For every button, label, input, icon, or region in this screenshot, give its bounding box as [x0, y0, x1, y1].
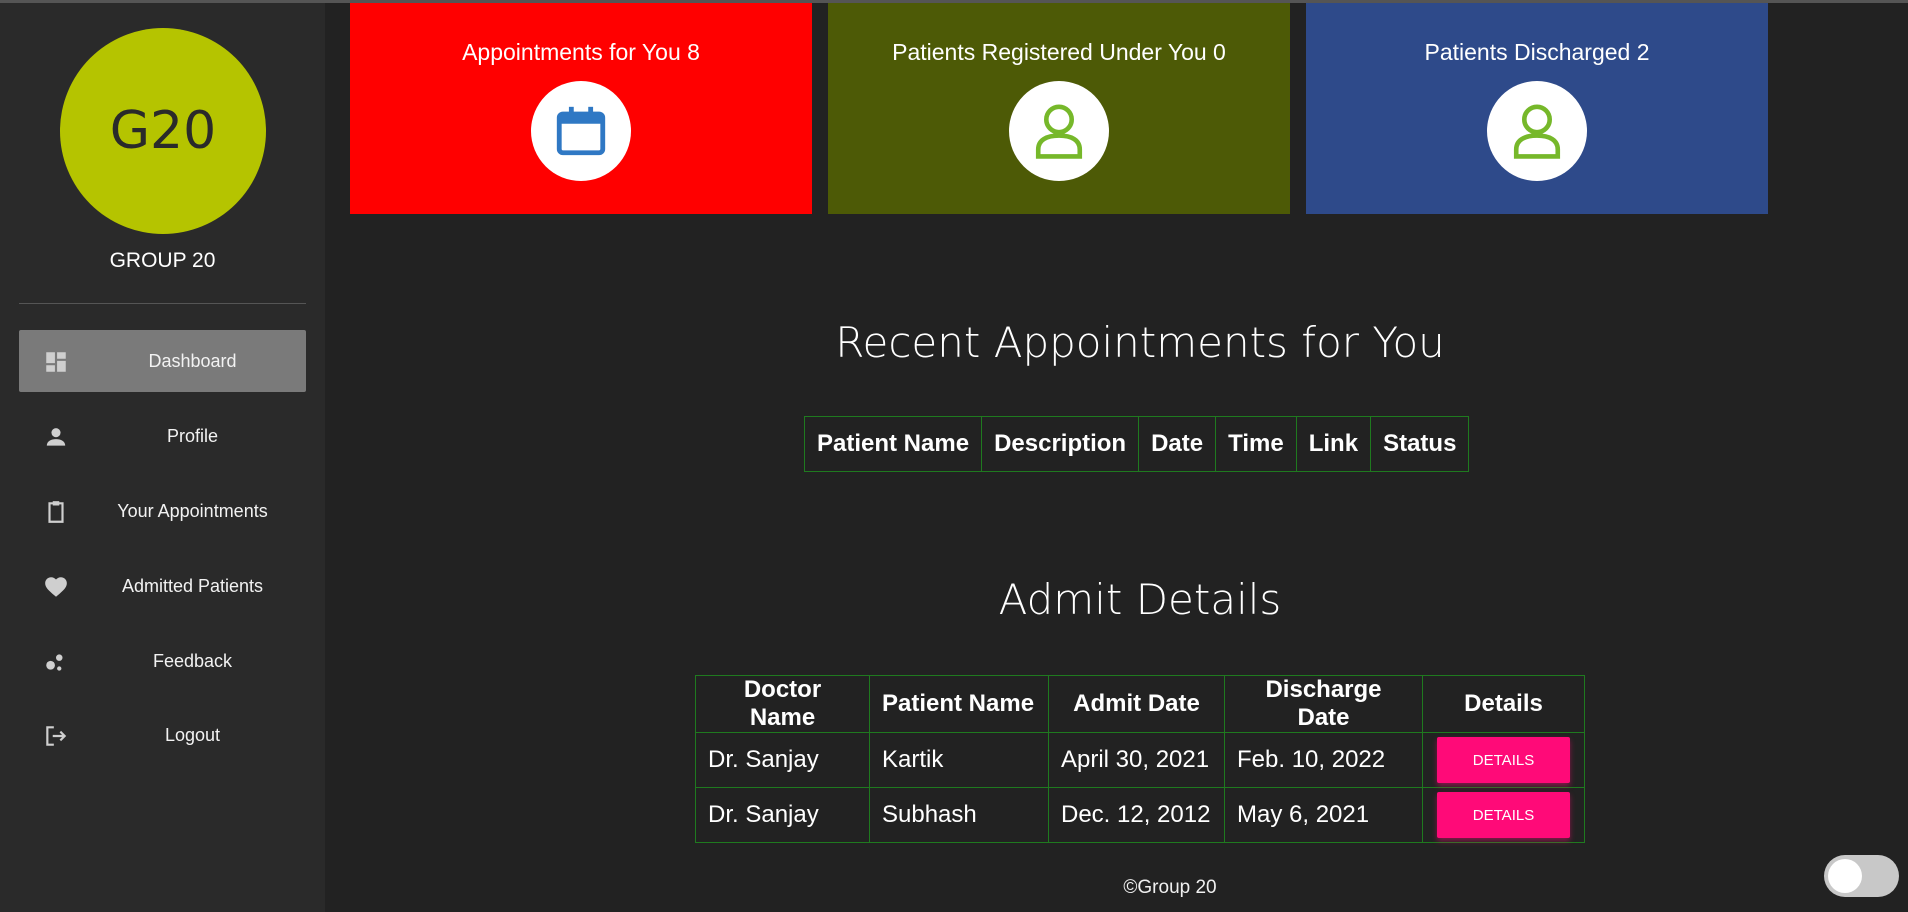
details-cell: DETAILS: [1422, 787, 1585, 843]
heart-icon: [45, 577, 67, 597]
sidebar-divider: [19, 303, 306, 304]
sidebar: G20 GROUP 20 Dashboard Profile Your Appo…: [0, 3, 325, 912]
admit-date-cell: Dec. 12, 2012: [1048, 787, 1225, 843]
sidebar-item-appointments[interactable]: Your Appointments: [19, 480, 306, 542]
card-title: Patients Discharged 2: [1424, 39, 1650, 65]
column-header: Patient Name: [803, 416, 983, 472]
sidebar-item-label: Admitted Patients: [121, 575, 264, 596]
dashboard-icon: [46, 352, 66, 372]
card-title: Appointments for You 8: [462, 39, 700, 65]
column-header: Link: [1295, 416, 1372, 472]
sidebar-item-label: Dashboard: [148, 350, 237, 371]
discharge-date-cell: May 6, 2021: [1224, 787, 1423, 843]
card-icon-circle: [1487, 81, 1587, 181]
theme-toggle[interactable]: [1824, 855, 1899, 897]
column-header: Patient Name: [869, 675, 1049, 733]
discharged-patients-card[interactable]: Patients Discharged 2: [1306, 3, 1768, 214]
table-header-row: Patient Name Description Date Time Link …: [803, 416, 1470, 472]
sidebar-item-label: Logout: [164, 724, 221, 745]
sidebar-item-label: Your Appointments: [117, 500, 268, 521]
admit-details-table: Doctor Name Patient Name Admit Date Disc…: [695, 675, 1585, 843]
user-icon: [1035, 104, 1083, 159]
patient-name-cell: Subhash: [869, 787, 1049, 843]
recent-appointments-title: Recent Appointments for You: [835, 318, 1445, 367]
column-header: Doctor Name: [695, 675, 870, 733]
column-header: Status: [1370, 416, 1470, 472]
avatar: G20: [60, 28, 266, 234]
table-row: Dr. Sanjay Subhash Dec. 12, 2012 May 6, …: [695, 787, 1585, 843]
doctor-name-cell: Dr. Sanjay: [695, 732, 870, 788]
calendar-icon: [556, 106, 606, 156]
details-button[interactable]: DETAILS: [1437, 737, 1570, 783]
discharge-date-cell: Feb. 10, 2022: [1224, 732, 1423, 788]
sidebar-item-logout[interactable]: Logout: [19, 704, 306, 766]
registered-patients-card[interactable]: Patients Registered Under You 0: [828, 3, 1290, 214]
column-header: Admit Date: [1048, 675, 1225, 733]
column-header: Discharge Date: [1224, 675, 1423, 733]
sidebar-item-feedback[interactable]: Feedback: [19, 630, 306, 692]
table-header-row: Doctor Name Patient Name Admit Date Disc…: [695, 675, 1585, 733]
clipboard-icon: [48, 501, 64, 523]
group-name: GROUP 20: [109, 249, 216, 272]
card-icon-circle: [1009, 81, 1109, 181]
card-title: Patients Registered Under You 0: [892, 39, 1226, 65]
column-header: Date: [1138, 416, 1217, 472]
admit-date-cell: April 30, 2021: [1048, 732, 1225, 788]
patient-name-cell: Kartik: [869, 732, 1049, 788]
sidebar-item-dashboard[interactable]: Dashboard: [19, 330, 306, 392]
logout-icon: [46, 726, 67, 746]
column-header: Details: [1422, 675, 1585, 733]
column-header: Description: [981, 416, 1140, 472]
card-icon-circle: [531, 81, 631, 181]
person-icon: [46, 428, 66, 446]
column-header: Time: [1215, 416, 1297, 472]
appointments-card[interactable]: Appointments for You 8: [350, 3, 812, 214]
toggle-knob: [1828, 859, 1862, 893]
sidebar-item-profile[interactable]: Profile: [19, 405, 306, 467]
sidebar-item-admitted-patients[interactable]: Admitted Patients: [19, 555, 306, 617]
footer-copyright: ©Group 20: [1123, 877, 1217, 898]
bubbles-icon: [46, 654, 63, 671]
details-button[interactable]: DETAILS: [1437, 792, 1570, 838]
appointments-table: Patient Name Description Date Time Link …: [803, 416, 1470, 472]
user-icon: [1513, 104, 1561, 159]
doctor-name-cell: Dr. Sanjay: [695, 787, 870, 843]
admit-details-title: Admit Details: [998, 575, 1282, 624]
table-row: Dr. Sanjay Kartik April 30, 2021 Feb. 10…: [695, 732, 1585, 788]
details-cell: DETAILS: [1422, 732, 1585, 788]
sidebar-item-label: Feedback: [152, 650, 233, 671]
sidebar-item-label: Profile: [166, 425, 219, 446]
